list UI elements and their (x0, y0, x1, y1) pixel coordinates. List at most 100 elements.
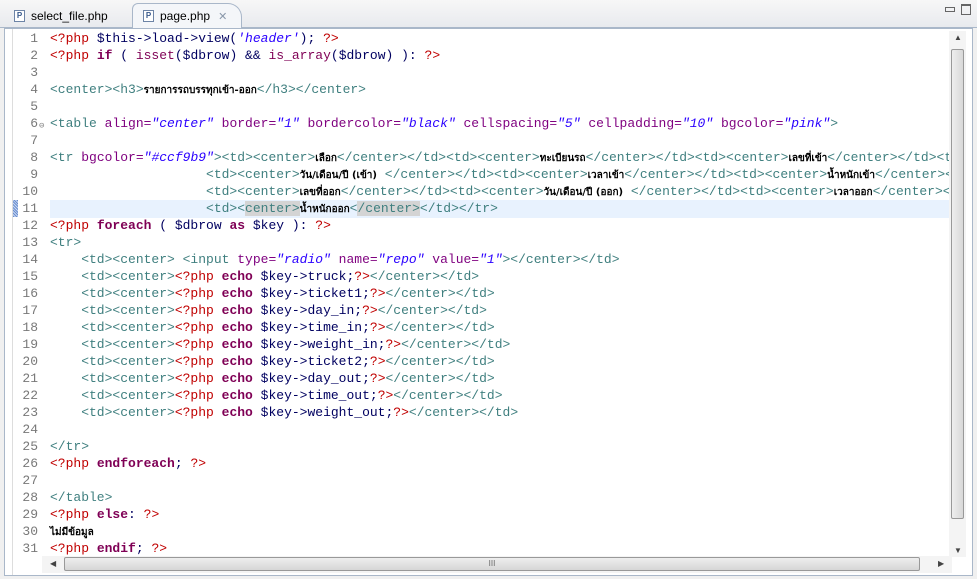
code-token: </tr> (50, 439, 90, 454)
minimize-icon[interactable] (945, 7, 955, 12)
code-token: ($dbrow) && (174, 48, 269, 63)
code-line[interactable]: 29 <?php else: ?> (13, 506, 949, 523)
code-line[interactable]: 12 <?php foreach ( $dbrow as $key ): ?> (13, 217, 949, 234)
code-token: $key ): (245, 218, 316, 233)
code-line[interactable]: 20 <td><center><?php echo $key->ticket2;… (13, 353, 949, 370)
code-token: <tr> (50, 235, 82, 250)
code-line[interactable]: 19 <td><center><?php echo $key->weight_i… (13, 336, 949, 353)
line-code: <?php $this->load->view('header'); ?> (50, 30, 949, 47)
maximize-icon[interactable] (961, 4, 971, 15)
code-token: $key->time_out; (252, 388, 378, 403)
close-tab-icon[interactable]: ✕ (218, 10, 227, 23)
code-line[interactable]: 14 <td><center> <input type="radio" name… (13, 251, 949, 268)
code-token: align= (104, 116, 152, 131)
code-line[interactable]: 15 <td><center><?php echo $key->truck;?>… (13, 268, 949, 285)
code-token: <?php (50, 541, 97, 556)
code-token: ?> (151, 541, 168, 556)
code-token: 'header' (237, 31, 300, 46)
code-token: echo (221, 320, 253, 335)
line-code: <td><center>เลขที่ออก</center></td><td><… (50, 183, 949, 201)
code-line[interactable]: 17 <td><center><?php echo $key->day_in;?… (13, 302, 949, 319)
code-token: <td><center> (50, 167, 300, 182)
horizontal-scrollbar[interactable]: ◀ III ▶ (42, 556, 952, 573)
code-token: วัน/เดือน/ปี (เข้า) (299, 170, 377, 181)
scroll-up-icon[interactable]: ▲ (954, 33, 962, 42)
code-lines[interactable]: 1 <?php $this->load->view('header'); ?> 2 <… (13, 30, 949, 556)
tab-page[interactable]: P page.php ✕ (132, 3, 242, 28)
code-token: <?php (50, 456, 97, 471)
code-line[interactable]: 18 <td><center><?php echo $key->time_in;… (13, 319, 949, 336)
code-token: <?php (174, 286, 222, 301)
code-token: $key->truck; (252, 269, 355, 284)
code-line[interactable]: 26 <?php endforeach; ?> (13, 455, 949, 472)
code-line[interactable]: 31 <?php endif; ?> (13, 540, 949, 556)
code-token: </center></td><td><center> (585, 150, 789, 165)
scroll-down-icon[interactable]: ▼ (954, 546, 962, 555)
horizontal-scroll-thumb[interactable]: III (64, 557, 920, 571)
scroll-left-icon[interactable]: ◀ (50, 559, 56, 568)
code-token: "10" (681, 116, 714, 131)
code-token: "1" (479, 252, 503, 267)
vertical-scroll-thumb[interactable] (951, 49, 964, 519)
code-line[interactable]: 11 <td><center>น้ำหนักออก</center></td><… (13, 200, 949, 218)
code-line[interactable]: 5 (13, 98, 949, 115)
tab-select-file[interactable]: P select_file.php (4, 3, 130, 28)
code-token: ?> (369, 371, 386, 386)
code-line[interactable]: 30 ไม่มีข้อมูล (13, 523, 949, 540)
php-file-icon: P (14, 9, 25, 22)
code-token: ?> (315, 218, 331, 233)
code-token: <?php (174, 405, 222, 420)
code-token: bgcolor= (713, 116, 784, 131)
code-token: $key->weight_in; (252, 337, 386, 352)
line-number: 31 (22, 541, 38, 556)
code-line[interactable]: 13 <tr> (13, 234, 949, 251)
code-line[interactable]: 28 </table> (13, 489, 949, 506)
line-code: </table> (50, 489, 949, 506)
code-token: "1" (276, 116, 300, 131)
code-line[interactable]: 23 <td><center><?php echo $key->weight_o… (13, 404, 949, 421)
code-token: <td><center> (50, 286, 175, 301)
line-code: <td><center> <input type="radio" name="r… (50, 251, 949, 268)
code-token: <?php (174, 388, 222, 403)
code-line[interactable]: 7 (13, 132, 949, 149)
scroll-right-icon[interactable]: ▶ (938, 559, 944, 568)
line-code: <td><center><?php echo $key->ticket1;?><… (50, 285, 949, 302)
code-line[interactable]: 9 <td><center>วัน/เดือน/ปี (เข้า) </cent… (13, 166, 949, 183)
code-line[interactable]: 4 <center><h3>รายการรถบรรทุกเข้า-ออก</h3>… (13, 81, 949, 98)
code-token: <?php (174, 354, 222, 369)
code-line[interactable]: 2 <?php if ( isset($dbrow) && is_array($d… (13, 47, 949, 64)
line-number: 22 (22, 388, 38, 403)
code-line[interactable]: 1 <?php $this->load->view('header'); ?> (13, 30, 949, 47)
code-token: เวลาเข้า (587, 170, 625, 181)
code-token: <?php (174, 303, 222, 318)
code-token: <td>< (50, 201, 246, 216)
code-token: ?> (369, 354, 386, 369)
vertical-scrollbar[interactable]: ▲ ▼ (949, 31, 966, 557)
line-code: <tr bgcolor="#ccf9b9"><td><center>เลือก<… (50, 149, 949, 167)
code-token: น้ำหนักออก (299, 204, 350, 215)
code-editor[interactable]: 1 <?php $this->load->view('header'); ?> 2 <… (4, 28, 973, 576)
line-code: <center><h3>รายการรถบรรทุกเข้า-ออก</h3><… (50, 81, 949, 99)
line-number: 2 (30, 48, 38, 63)
code-token: echo (221, 354, 253, 369)
code-line[interactable]: 24 (13, 421, 949, 438)
code-token: <td><center> (50, 303, 175, 318)
tab-label: page.php (160, 9, 211, 23)
code-line[interactable]: 27 (13, 472, 949, 489)
code-token: "pink" (783, 116, 831, 131)
code-line[interactable]: 16 <td><center><?php echo $key->ticket1;… (13, 285, 949, 302)
code-line[interactable]: 6 ⊖ <table align="center" border="1" borde… (13, 115, 949, 132)
code-token: </center></td><td><center> (874, 167, 949, 182)
code-token: : (128, 507, 144, 522)
code-line[interactable]: 22 <td><center><?php echo $key->time_out… (13, 387, 949, 404)
code-token: </center></td> (408, 405, 519, 420)
code-line[interactable]: 3 (13, 64, 949, 81)
code-line[interactable]: 25 </tr> (13, 438, 949, 455)
code-token: $this->load->view( (96, 31, 238, 46)
code-line[interactable]: 10 <td><center>เลขที่ออก</center></td><t… (13, 183, 949, 200)
code-line[interactable]: 8 <tr bgcolor="#ccf9b9"><td><center>เลือก… (13, 149, 949, 166)
code-line[interactable]: 21 <td><center><?php echo $key->day_out;… (13, 370, 949, 387)
line-code: <td><center><?php echo $key->weight_out;… (50, 404, 949, 421)
line-code: <?php foreach ( $dbrow as $key ): ?> (50, 217, 949, 234)
line-number: 17 (22, 303, 38, 318)
